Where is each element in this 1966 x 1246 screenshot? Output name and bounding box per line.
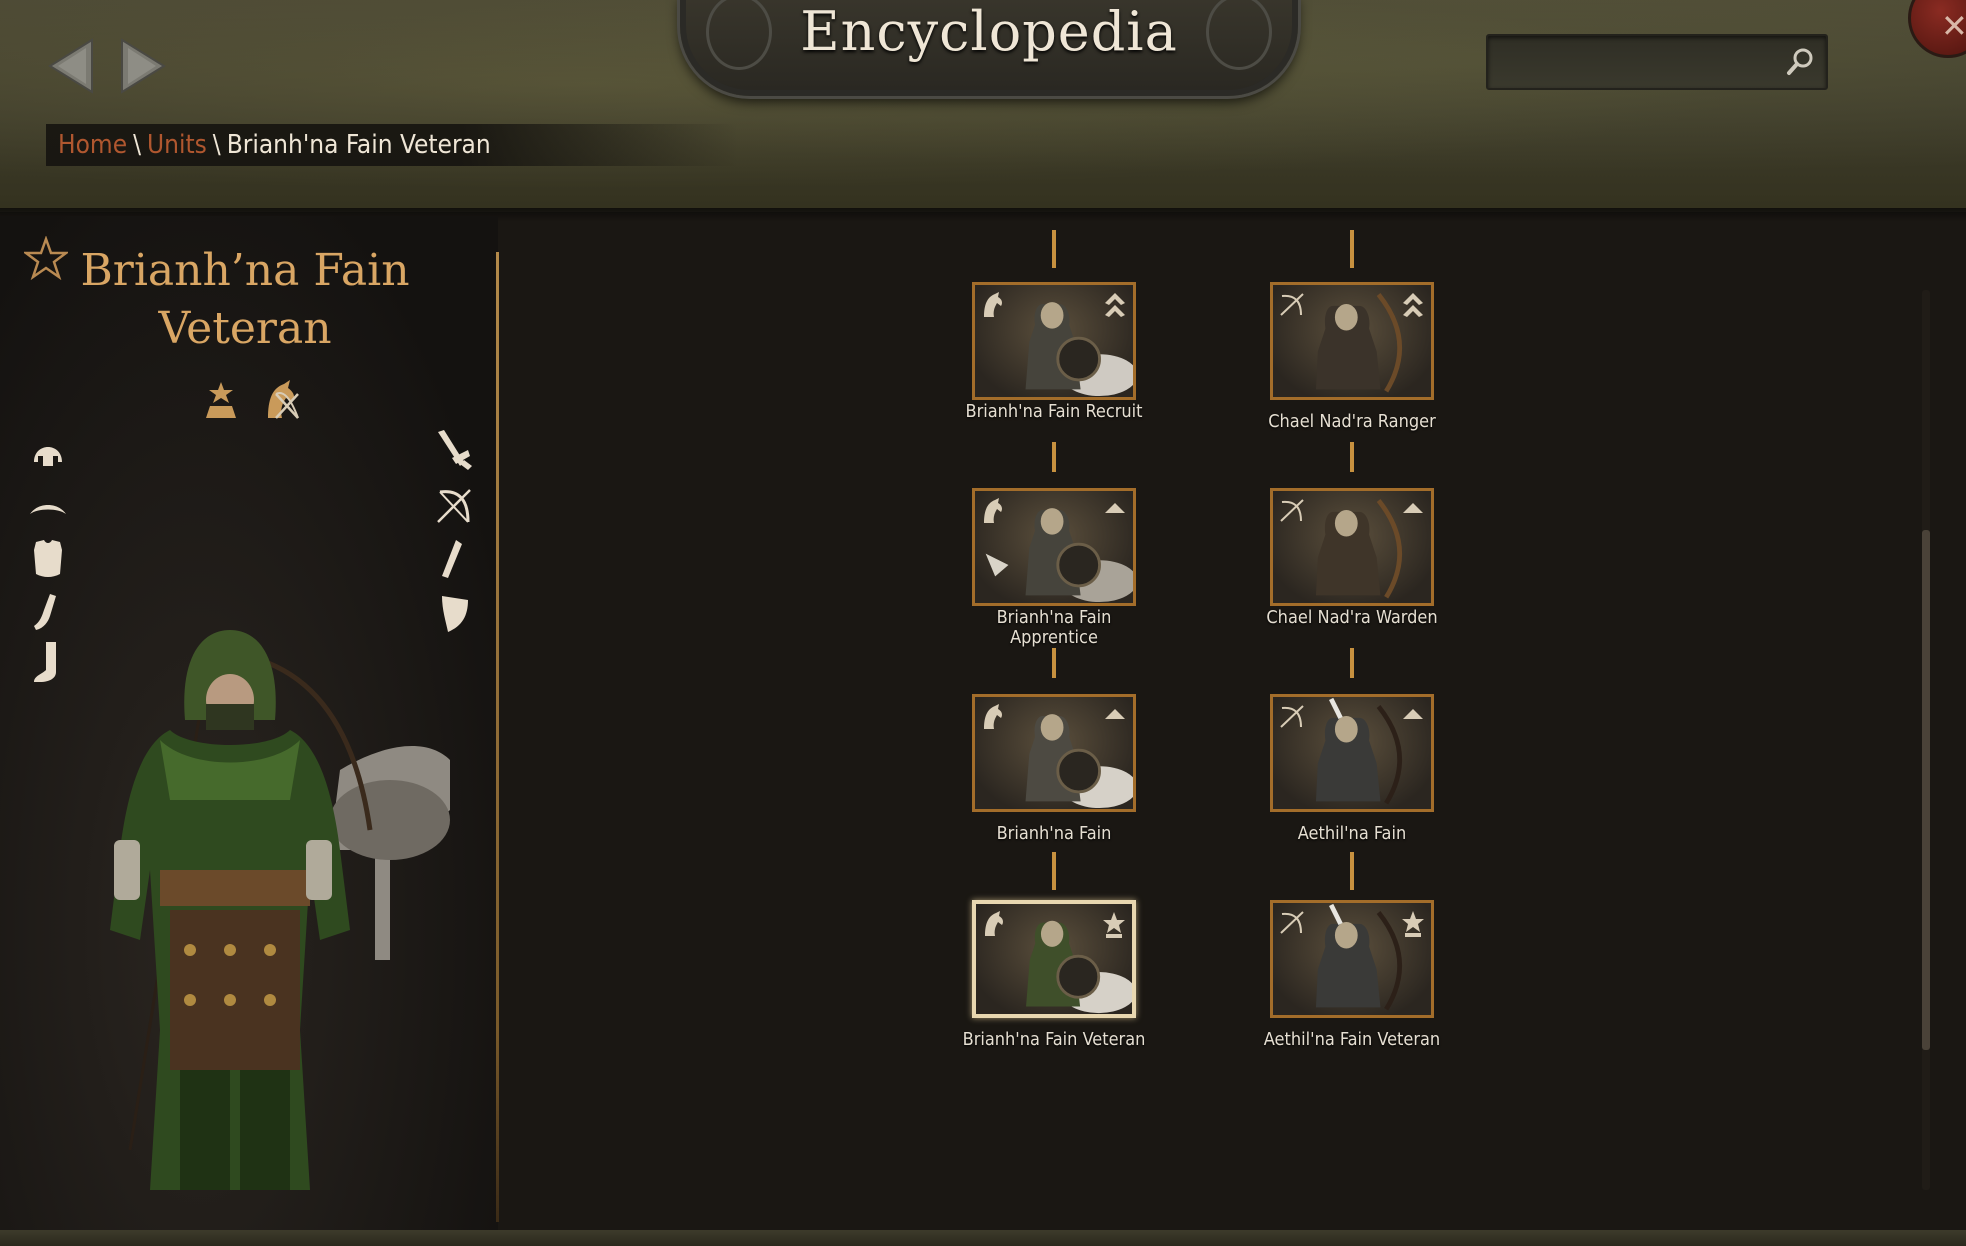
tree-node-chael-nadra-warden[interactable] [1270,488,1434,606]
tree-node-brianhna-fain[interactable] [972,694,1136,812]
tree-connector [1350,442,1354,472]
tree-connector [1052,230,1056,268]
chevron-icon [1403,503,1423,513]
tree-node-label: Brianh'na Fain Recruit [965,401,1143,422]
bow-icon [1280,911,1304,934]
troop-tree: Brianh'na Fain Recruit Brianh'na Fain Ap… [500,216,1920,1226]
close-icon: ✕ [1941,7,1966,45]
search-box[interactable] [1486,34,1828,90]
search-icon[interactable] [1784,46,1816,78]
unit-portrait [110,630,450,1190]
title-plate: Encyclopedia [680,0,1298,96]
tree-node-label: Chael Nad'ra Ranger [1268,411,1436,432]
horse-archer-icon [984,704,1002,729]
tree-node-label: Brianh'na Fain Veteran [962,1029,1146,1050]
horse-archer-icon [985,911,1003,936]
tree-node-label: Brianh'na Fain Apprentice [996,607,1112,648]
tree-node-brianhna-fain-veteran[interactable] [972,900,1136,1018]
favorite-star-icon[interactable] [24,236,68,280]
double-chevron-icon [1105,293,1125,317]
star-icon [1402,911,1424,937]
bow-icon [1280,499,1304,522]
tree-node-label: Chael Nad'ra Warden [1266,607,1438,628]
header-bar: Encyclopedia ✕ Home \ Units \ Brianh'na Fain… [0,0,1966,222]
shield-icon[interactable] [434,590,474,634]
arrow-right-icon [121,38,166,94]
tree-node-aethilna-fain-veteran[interactable] [1270,900,1434,1018]
back-button[interactable] [46,36,96,96]
tree-connector [1350,648,1354,678]
sword-icon[interactable] [434,428,474,472]
tree-node-brianhna-fain-recruit[interactable] [972,282,1136,400]
boots-icon[interactable] [28,640,68,684]
tree-connector [1052,852,1056,890]
tree-node-label: Brianh'na Fain [996,823,1112,844]
page-title: Encyclopedia [800,0,1178,63]
chevron-icon [1105,709,1125,719]
arrow-left-icon [48,38,93,94]
star-icon [1103,912,1125,938]
bow-icon [1280,705,1304,728]
horse-archer-icon [984,292,1002,317]
tree-node-chael-nadra-ranger[interactable] [1270,282,1434,400]
tree-node-label: Aethil'na Fain [1297,823,1407,844]
tier-star-icon [206,382,236,418]
gloves-icon[interactable] [28,590,68,634]
breadcrumb-separator: \ [212,130,221,160]
tree-scrollbar[interactable] [1922,290,1930,1190]
tree-node-brianhna-fain-apprentice[interactable] [972,488,1136,606]
quiver-icon[interactable] [434,538,474,582]
breadcrumb: Home \ Units \ Brianh'na Fain Veteran [46,124,738,166]
cape-icon[interactable] [28,488,68,532]
tree-connector [1350,852,1354,890]
horse-archer-icon [984,498,1002,523]
bow-icon [1280,293,1304,316]
breadcrumb-units[interactable]: Units [147,130,207,160]
unit-name: Brianh’na Fain Veteran [80,245,410,354]
tree-node-label: Aethil'na Fain Veteran [1263,1029,1441,1050]
body-armor-icon[interactable] [28,536,68,580]
double-chevron-icon [1403,293,1423,317]
horse-archer-icon [268,380,299,419]
search-input[interactable] [1498,44,1762,80]
chevron-icon [1403,709,1423,719]
breadcrumb-home[interactable]: Home [58,130,127,160]
close-button[interactable]: ✕ [1908,0,1966,58]
breadcrumb-separator: \ [133,130,141,160]
tree-connector [1052,648,1056,678]
bow-icon[interactable] [434,484,474,528]
frame-bottom-border [0,1230,1966,1246]
scrollbar-thumb[interactable] [1922,530,1930,1050]
tree-connector [1350,230,1354,268]
forward-button[interactable] [118,36,168,96]
tree-node-aethilna-fain[interactable] [1270,694,1434,812]
helmet-icon[interactable] [28,430,68,474]
chevron-icon [1105,503,1125,513]
breadcrumb-current: Brianh'na Fain Veteran [226,130,491,160]
tree-connector [1052,442,1056,472]
